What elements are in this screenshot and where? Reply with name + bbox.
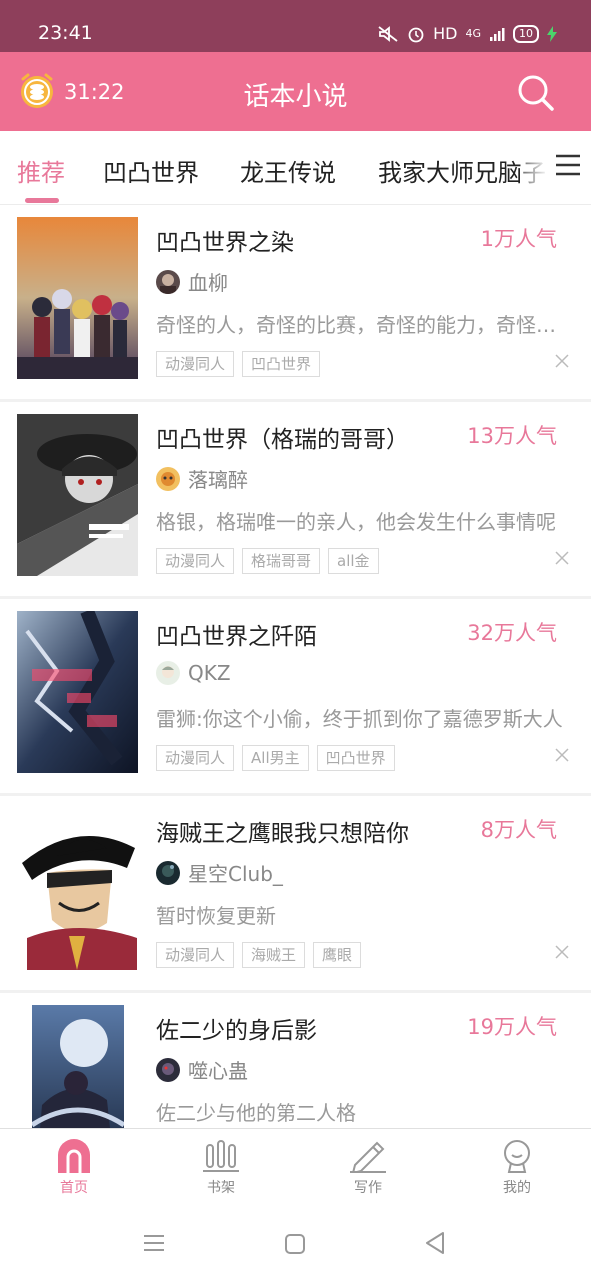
mute-icon xyxy=(378,25,398,42)
book-description: 暂时恢复更新 xyxy=(156,904,276,928)
nav-profile[interactable]: 我的 xyxy=(477,1139,557,1197)
tab-aotu-world[interactable]: 凹凸世界 xyxy=(103,153,199,188)
tag[interactable]: 凹凸世界 xyxy=(316,745,395,771)
recent-apps-icon[interactable] xyxy=(144,1234,164,1252)
status-time: 23:41 xyxy=(38,22,93,44)
popularity-count: 1万人气 xyxy=(480,227,557,251)
category-tabs: 推荐 凹凸世界 龙王传说 我家大师兄脑子 xyxy=(0,131,591,205)
book-item[interactable]: 凹凸世界之阡陌 32万人气 QKZ 雷狮:你这个小偷，终于抓到你了嘉德罗斯大人 … xyxy=(0,599,591,796)
tag[interactable]: 格瑞哥哥 xyxy=(242,548,321,574)
book-title[interactable]: 海贼王之鹰眼我只想陪你 xyxy=(156,814,409,848)
book-cover[interactable] xyxy=(17,808,138,970)
bookshelf-icon xyxy=(203,1140,239,1172)
author-name: QKZ xyxy=(188,661,231,685)
tag-list: 动漫同人 格瑞哥哥 all金 xyxy=(156,548,379,574)
tag[interactable]: 动漫同人 xyxy=(156,942,235,968)
nav-label-bookshelf: 书架 xyxy=(207,1180,235,1196)
tag[interactable]: 动漫同人 xyxy=(156,351,235,377)
bottom-navigation: 首页 书架 写作 我的 xyxy=(0,1128,591,1209)
tag[interactable]: 鹰眼 xyxy=(313,942,362,968)
page-title: 话本小说 xyxy=(243,82,348,112)
alarm-icon xyxy=(408,27,424,42)
tab-recommend[interactable]: 推荐 xyxy=(17,153,65,188)
book-item[interactable]: 凹凸世界（格瑞的哥哥） 13万人气 落璃醉 格银，格瑞唯一的亲人，他会发生什么事… xyxy=(0,402,591,599)
author-info[interactable]: 星空Club_ xyxy=(156,858,283,887)
tag[interactable]: all金 xyxy=(328,548,379,574)
book-cover[interactable] xyxy=(17,414,138,576)
search-icon[interactable] xyxy=(515,72,557,114)
avatar xyxy=(156,269,180,294)
book-description: 佐二少与他的第二人格 xyxy=(156,1101,356,1125)
nav-label-write: 写作 xyxy=(354,1180,382,1196)
book-description: 雷狮:你这个小偷，终于抓到你了嘉德罗斯大人 xyxy=(156,707,563,731)
author-name: 星空Club_ xyxy=(188,862,283,886)
menu-icon[interactable] xyxy=(554,151,582,179)
tag-list: 动漫同人 凹凸世界 xyxy=(156,351,321,377)
popularity-count: 32万人气 xyxy=(467,621,557,645)
home-button-icon[interactable] xyxy=(285,1234,305,1254)
book-cover[interactable] xyxy=(17,611,138,773)
popularity-count: 13万人气 xyxy=(467,424,557,448)
close-icon[interactable] xyxy=(555,550,569,565)
back-icon[interactable] xyxy=(425,1232,445,1254)
avatar xyxy=(156,860,180,885)
book-item[interactable]: 佐二少的身后影 19万人气 噬心蛊 佐二少与他的第二人格 xyxy=(0,993,591,1128)
book-description: 奇怪的人，奇怪的比赛，奇怪的能力，奇怪的世界 xyxy=(156,313,566,337)
book-title[interactable]: 佐二少的身后影 xyxy=(156,1011,317,1045)
nav-bookshelf[interactable]: 书架 xyxy=(181,1139,261,1197)
author-name: 落璃醉 xyxy=(188,468,248,492)
author-info[interactable]: 噬心蛊 xyxy=(156,1055,248,1084)
popularity-count: 8万人气 xyxy=(480,818,557,842)
avatar xyxy=(156,466,180,491)
network-label: HD xyxy=(433,24,458,43)
charging-icon xyxy=(547,25,557,42)
author-info[interactable]: QKZ xyxy=(156,661,231,685)
nav-home[interactable]: 首页 xyxy=(34,1139,114,1197)
close-icon[interactable] xyxy=(555,353,569,368)
tag[interactable]: 海贼王 xyxy=(242,942,306,968)
author-info[interactable]: 血柳 xyxy=(156,267,228,296)
book-title[interactable]: 凹凸世界之阡陌 xyxy=(156,617,317,651)
avatar xyxy=(156,1057,180,1082)
book-title[interactable]: 凹凸世界（格瑞的哥哥） xyxy=(156,420,409,454)
battery-level: 10 xyxy=(513,24,539,43)
book-description: 格银，格瑞唯一的亲人，他会发生什么事情呢 xyxy=(156,510,556,534)
status-icons: HD 4G 10 xyxy=(377,24,557,43)
pen-icon xyxy=(350,1141,386,1173)
system-nav-bar xyxy=(0,1208,591,1280)
tab-dragon-king[interactable]: 龙王传说 xyxy=(240,153,336,188)
profile-icon xyxy=(504,1140,530,1173)
book-cover[interactable] xyxy=(32,1005,124,1128)
app-header: 31:22 话本小说 xyxy=(0,52,591,131)
home-icon xyxy=(58,1139,90,1173)
close-icon[interactable] xyxy=(555,944,569,959)
tag-list: 动漫同人 All男主 凹凸世界 xyxy=(156,745,395,771)
tab-active-indicator xyxy=(25,198,59,203)
tag[interactable]: 凹凸世界 xyxy=(242,351,321,377)
book-list: 凹凸世界之染 1万人气 血柳 奇怪的人，奇怪的比赛，奇怪的能力，奇怪的世界 动漫… xyxy=(0,205,591,1128)
tag[interactable]: 动漫同人 xyxy=(156,745,235,771)
book-title[interactable]: 凹凸世界之染 xyxy=(156,223,294,257)
nav-write[interactable]: 写作 xyxy=(328,1139,408,1197)
tag-list: 动漫同人 海贼王 鹰眼 xyxy=(156,942,362,968)
tag[interactable]: All男主 xyxy=(242,745,309,771)
avatar xyxy=(156,661,180,685)
author-name: 血柳 xyxy=(188,271,228,295)
close-icon[interactable] xyxy=(555,747,569,762)
signal-icon xyxy=(490,27,505,41)
nav-label-home: 首页 xyxy=(60,1180,88,1196)
book-item[interactable]: 海贼王之鹰眼我只想陪你 8万人气 星空Club_ 暂时恢复更新 动漫同人 海贼王… xyxy=(0,796,591,993)
nav-label-profile: 我的 xyxy=(503,1180,531,1196)
signal-label: 4G xyxy=(465,27,481,40)
book-cover[interactable] xyxy=(17,217,138,379)
popularity-count: 19万人气 xyxy=(467,1015,557,1039)
book-item[interactable]: 凹凸世界之染 1万人气 血柳 奇怪的人，奇怪的比赛，奇怪的能力，奇怪的世界 动漫… xyxy=(0,205,591,402)
author-name: 噬心蛊 xyxy=(188,1059,248,1083)
tag[interactable]: 动漫同人 xyxy=(156,548,235,574)
author-info[interactable]: 落璃醉 xyxy=(156,464,248,493)
status-bar: 23:41 HD 4G 10 xyxy=(0,0,591,52)
